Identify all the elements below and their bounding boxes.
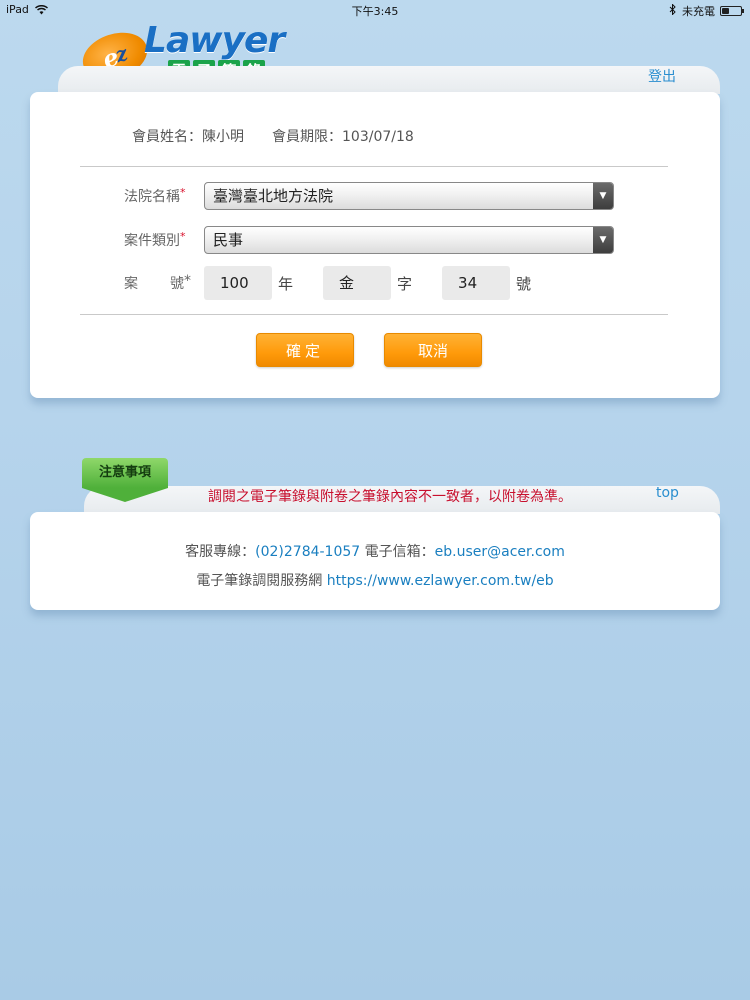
status-bar: iPad 下午3:45 未充電 <box>0 0 750 20</box>
logout-link[interactable]: 登出 <box>648 66 676 86</box>
year-unit: 年 <box>278 274 294 293</box>
battery-fill <box>722 8 730 14</box>
divider <box>80 166 668 167</box>
court-select-value: 臺灣臺北地方法院 <box>213 187 334 205</box>
required-mark: * <box>180 230 186 243</box>
member-info: 會員姓名：陳小明 會員期限：103/07/18 <box>132 126 414 146</box>
battery-icon <box>720 6 744 16</box>
required-mark: * <box>180 186 186 199</box>
number-input[interactable]: 34 <box>442 266 511 300</box>
email-link[interactable]: eb.user@acer.com <box>435 544 565 560</box>
dropdown-arrow-icon: ▼ <box>593 183 613 209</box>
number-unit: 號 <box>516 274 532 293</box>
phone-link[interactable]: (02)2784-1057 <box>255 544 360 560</box>
card-header-band <box>58 66 720 94</box>
member-name-label: 會員姓名： <box>132 129 202 145</box>
notice-tab-label: 注意事項 <box>82 458 168 488</box>
bluetooth-icon <box>669 3 677 18</box>
site-label: 電子筆錄調閱服務網 <box>196 573 327 589</box>
email-label: 電子信箱： <box>360 544 435 560</box>
charging-status: 未充電 <box>682 5 715 18</box>
contact-line-2: 電子筆錄調閱服務網 https://www.ezlawyer.com.tw/eb <box>30 570 720 590</box>
notice-tab: 注意事項 <box>82 458 168 502</box>
required-mark: * <box>184 273 191 289</box>
notice-tab-point <box>82 488 168 502</box>
category-label-text: 案件類別 <box>124 233 180 249</box>
dropdown-arrow-icon: ▼ <box>593 227 613 253</box>
word-input[interactable]: 金 <box>323 266 392 300</box>
category-label: 案件類別* <box>124 230 204 250</box>
site-link[interactable]: https://www.ezlawyer.com.tw/eb <box>327 573 554 589</box>
cancel-button[interactable]: 取消 <box>384 333 482 367</box>
category-select[interactable]: 民事 ▼ <box>204 226 614 254</box>
contact-line-1: 客服專線：(02)2784-1057 電子信箱：eb.user@acer.com <box>30 541 720 561</box>
case-label-a: 案 <box>124 276 138 292</box>
court-select[interactable]: 臺灣臺北地方法院 ▼ <box>204 182 614 210</box>
category-row: 案件類別* 民事 ▼ <box>124 226 614 254</box>
word-unit: 字 <box>397 274 413 293</box>
member-name-value: 陳小明 <box>202 129 244 145</box>
member-expiry: 會員期限：103/07/18 <box>272 126 414 146</box>
member-name: 會員姓名：陳小明 <box>132 126 244 146</box>
status-bar-right: 未充電 <box>669 3 744 19</box>
case-label-b: 號 <box>170 276 184 292</box>
notice-text: 調閱之電子筆錄與附卷之筆錄內容不一致者，以附卷為準。 <box>208 489 572 505</box>
top-link[interactable]: top <box>656 485 679 501</box>
member-expiry-value: 103/07/18 <box>342 129 414 145</box>
year-input[interactable]: 100 <box>204 266 272 300</box>
notice-card <box>30 512 720 610</box>
category-select-value: 民事 <box>213 231 244 249</box>
case-number-row: 案號 * 100 年 金 字 34 號 <box>124 266 561 300</box>
divider <box>80 314 668 315</box>
confirm-button[interactable]: 確定 <box>256 333 354 367</box>
phone-label: 客服專線： <box>185 544 256 560</box>
case-number-label: 案 號 * <box>124 273 204 293</box>
logo-word: Lawyer <box>144 20 285 61</box>
court-label-text: 法院名稱 <box>124 189 180 205</box>
clock: 下午3:45 <box>351 5 399 18</box>
court-row: 法院名稱* 臺灣臺北地方法院 ▼ <box>124 182 614 210</box>
member-expiry-label: 會員期限： <box>272 129 342 145</box>
court-label: 法院名稱* <box>124 186 204 206</box>
